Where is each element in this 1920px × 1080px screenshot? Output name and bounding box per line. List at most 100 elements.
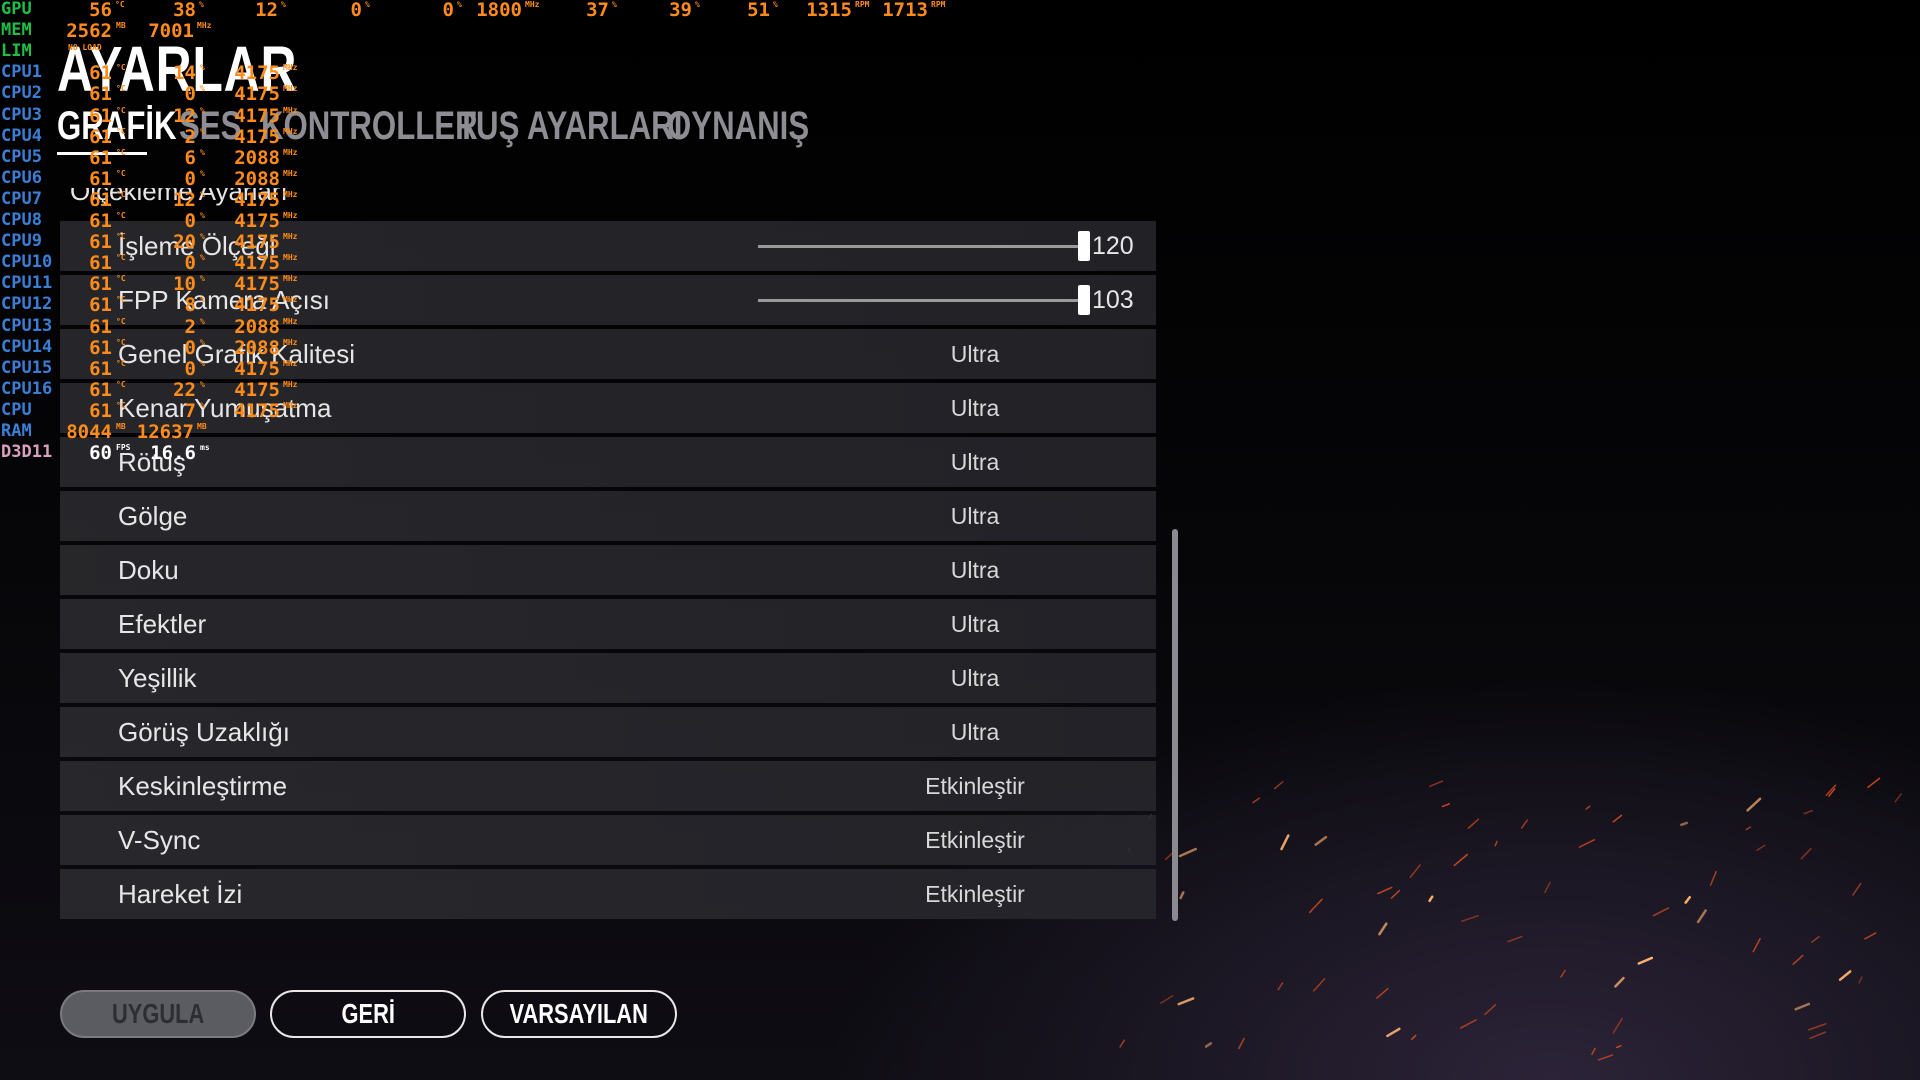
render-scale-slider-track[interactable] [758,245,1084,248]
defaults-button[interactable]: VARSAYILAN [481,990,677,1038]
osd-gpu-value: 1800 [476,0,522,21]
osd-cpu-load-unit: % [200,316,205,326]
ember-spark [1680,821,1689,827]
osd-cpu-load: 22 [173,378,196,401]
osd-cpu-temp: 61 [89,146,112,169]
tab-gameplay[interactable]: OYNANIŞ [667,104,809,149]
setting-value-selector[interactable]: Ultra [870,611,1080,638]
back-button[interactable]: GERİ [270,990,466,1038]
osd-cpu-load-unit: % [200,274,205,284]
osd-cpu-temp-unit: °C [116,63,126,73]
osd-fps-value: 60 [89,442,112,465]
osd-fps-unit: FPS [116,443,131,453]
setting-value-selector[interactable]: Etkinleştir [870,827,1080,854]
scrollbar-thumb[interactable] [1172,529,1178,921]
ember-spark [1494,840,1498,847]
setting-value-selector[interactable]: Etkinleştir [870,881,1080,908]
osd-cpu-load-unit: % [200,189,205,199]
setting-label: V-Sync [118,825,201,855]
setting-value-selector[interactable]: Ultra [870,719,1080,746]
osd-cpu-clock-unit: MHz [283,105,298,115]
osd-ram-value: 8044 [66,421,112,443]
setting-vsync[interactable]: V-Sync Etkinleştir [60,815,1156,865]
ember-spark [1179,891,1185,900]
setting-foliage[interactable]: Yeşillik Ultra [60,653,1156,703]
osd-cpu-load-unit: % [200,295,205,305]
ember-spark [1614,976,1625,988]
osd-cpu-load-unit: % [200,84,205,94]
osd-ram-unit: MB [197,422,207,431]
setting-value-selector[interactable]: Ultra [870,341,1080,368]
osd-cpu-temp: 61 [89,315,112,338]
ember-spark [1612,814,1623,823]
setting-sharpen[interactable]: Keskinleştirme Etkinleştir [60,761,1156,811]
osd-cpu-load-unit: % [200,63,205,73]
ember-spark [1808,1023,1827,1031]
osd-gpu-value: 37 [586,0,609,21]
ember-spark [1459,1019,1477,1029]
ember-spark [1160,995,1174,1004]
osd-cpu-load: 0 [184,167,196,190]
setting-texture[interactable]: Doku Ultra [60,545,1156,595]
tab-key-bindings[interactable]: TUŞ AYARLARI [457,104,682,149]
fov-slider-track[interactable] [758,299,1084,302]
osd-gpu-unit: % [199,0,204,9]
osd-lim-value: NO LOAD [68,43,102,53]
ember-spark [1578,839,1596,848]
osd-mem-unit: MB [116,21,126,31]
osd-cpu-temp-unit: °C [116,189,126,199]
osd-cpu-load: 20 [173,231,196,254]
setting-post-processing[interactable]: Rötuş Ultra [60,437,1156,487]
osd-cpu-temp-unit: °C [116,253,126,263]
ember-spark [1803,809,1813,815]
ember-spark [1273,781,1284,790]
setting-value-selector[interactable]: Ultra [870,665,1080,692]
osd-cpu-clock-unit: MHz [283,379,298,389]
setting-shadows[interactable]: Gölge Ultra [60,491,1156,541]
osd-cpu-temp-unit: °C [116,232,126,242]
osd-cpu-clock: 2088 [234,146,280,169]
ember-spark [1377,886,1393,895]
apply-button[interactable]: UYGULA [60,990,256,1038]
osd-cpu-temp: 61 [89,231,112,254]
osd-cpu-temp-unit: °C [116,295,126,305]
osd-cpu-load-unit: % [200,105,205,115]
osd-mem-value: 2562 [66,20,112,43]
ember-spark [1280,834,1290,851]
setting-value-selector[interactable]: Ultra [870,449,1080,476]
ember-spark [1178,847,1197,858]
settings-scrollbar[interactable] [1172,221,1178,921]
osd-cpu-temp-unit: °C [116,84,126,94]
fov-slider-thumb[interactable] [1078,285,1090,315]
setting-value-selector[interactable]: Ultra [870,503,1080,530]
osd-cpu-label: CPU4 [1,125,42,146]
setting-value-selector[interactable]: Etkinleştir [870,773,1080,800]
osd-gpu-value: 1713 [882,0,928,21]
ember-spark [1177,997,1195,1006]
fov-value: 103 [1092,286,1134,314]
osd-cpu-load-unit: % [200,337,205,347]
ember-spark [1684,895,1692,904]
ember-spark [1637,956,1654,965]
ember-spark [1652,907,1670,917]
osd-cpu-label: CPU15 [1,357,53,378]
setting-motion-blur[interactable]: Hareket İzi Etkinleştir [60,869,1156,919]
osd-cpu-load: 12 [173,188,196,211]
osd-gpu-value: 38 [173,0,196,21]
setting-view-distance[interactable]: Görüş Uzaklığı Ultra [60,707,1156,757]
osd-cpu-clock-unit: MHz [283,295,298,305]
setting-value-selector[interactable]: Ultra [870,395,1080,422]
osd-cpu-load-unit: % [200,211,205,220]
osd-cpu-clock: 4175 [234,294,280,317]
osd-cpu-temp-unit: °C [116,379,126,389]
setting-effects[interactable]: Efektler Ultra [60,599,1156,649]
render-scale-slider-thumb[interactable] [1078,231,1090,261]
osd-cpu-temp: 61 [89,125,112,148]
osd-mem-unit: MHz [197,21,212,31]
setting-value-selector[interactable]: Ultra [870,557,1080,584]
osd-cpu-label: CPU3 [1,104,42,125]
osd-cpu-temp: 61 [89,336,112,359]
defaults-button-label: VARSAYILAN [509,998,649,1029]
osd-mem-label: MEM [1,20,32,41]
osd-gpu-label: GPU [1,0,32,19]
